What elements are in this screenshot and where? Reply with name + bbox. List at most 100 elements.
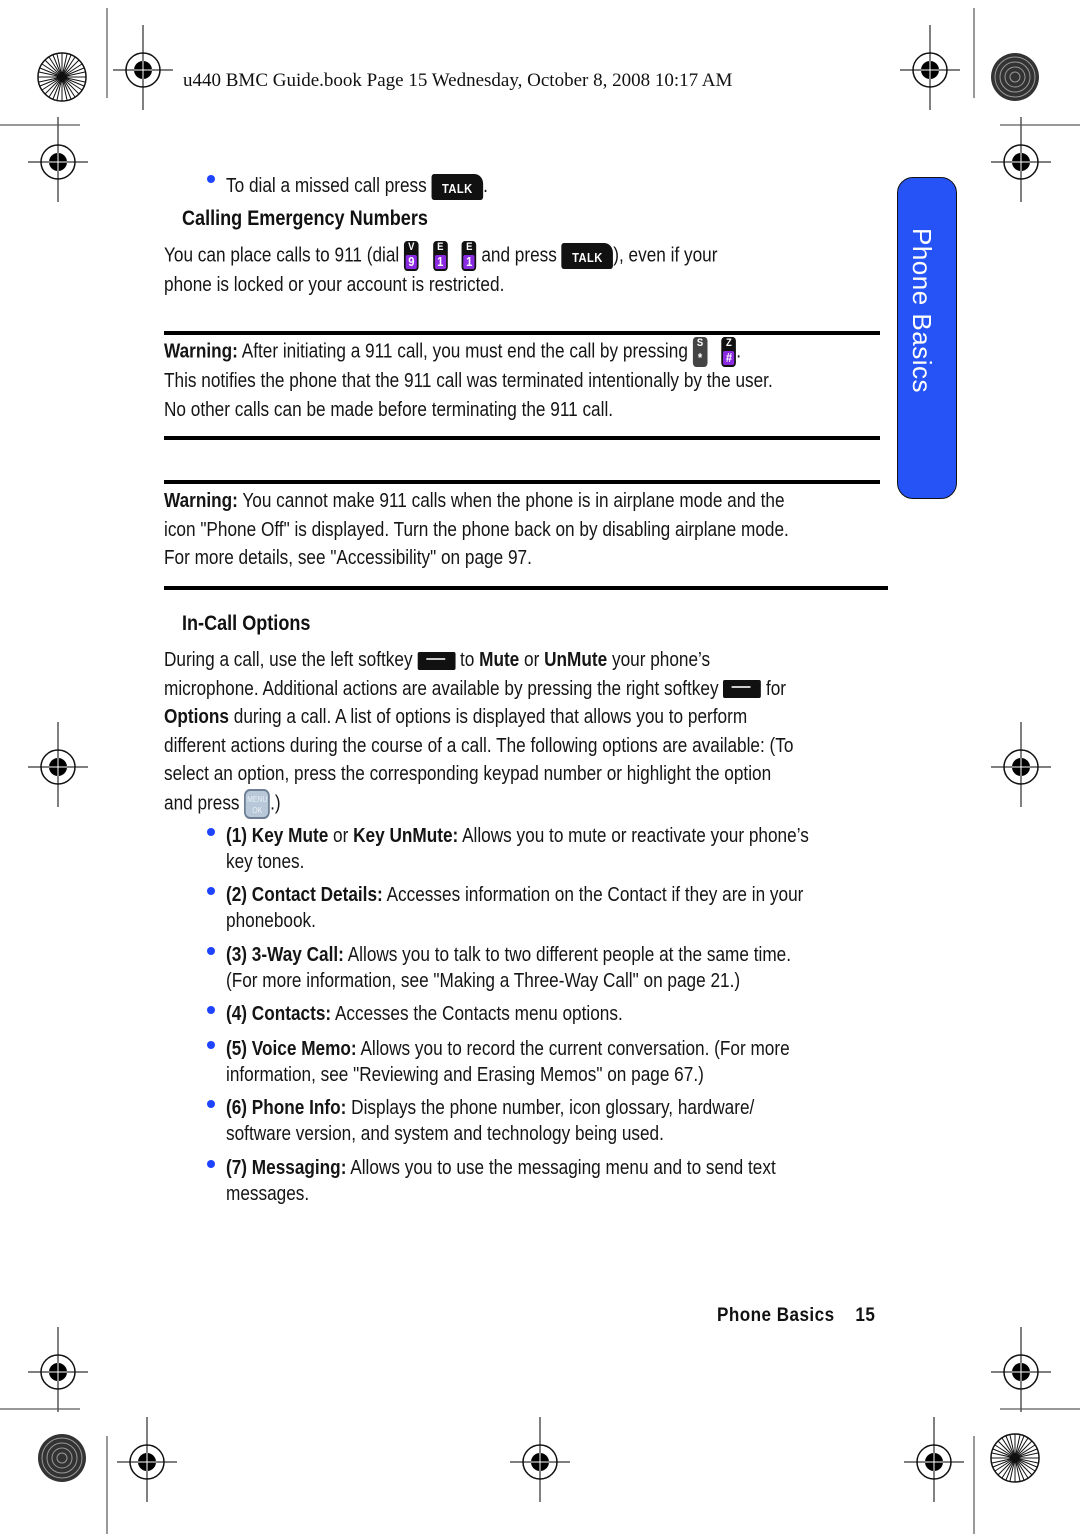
footer-section: Phone Basics [717, 1305, 835, 1326]
text: or [328, 825, 354, 847]
key-digit: * [697, 350, 703, 365]
key-letter: E [437, 241, 444, 253]
text: and press [481, 244, 557, 267]
bullet-icon [207, 1100, 215, 1108]
bullet-icon [207, 887, 215, 895]
option-description: Allows you to talk to two different peop… [343, 944, 792, 966]
text: During a call, use the left softkey [164, 649, 413, 671]
punctuation: . [483, 175, 488, 197]
option-list-item: (6) Phone Info: Displays the phone numbe… [226, 1096, 754, 1147]
bullet-icon [207, 947, 215, 955]
punctuation: .) [270, 791, 281, 814]
option-description: Allows you to mute or reactivate your ph… [458, 825, 809, 847]
option-title: (1) Key Mute [226, 825, 329, 847]
key-digit: # [723, 351, 735, 365]
option-description: Allows you to record the current convers… [356, 1038, 790, 1060]
divider [164, 480, 880, 484]
print-header: u440 BMC Guide.book Page 15 Wednesday, O… [183, 70, 733, 91]
warning-line-2: This notifies the phone that the 911 cal… [164, 370, 773, 392]
warning-line-3: No other calls can be made before termin… [164, 398, 614, 421]
option-description: Accesses the Contacts menu options. [331, 1003, 623, 1025]
bullet-icon [207, 1006, 215, 1014]
option-description: Displays the phone number, icon glossary… [346, 1097, 755, 1119]
option-list-item: (3) 3-Way Call: Allows you to talk to tw… [226, 943, 791, 994]
key-letter: E [466, 241, 473, 253]
option-title: (7) Messaging: [226, 1157, 347, 1179]
key-star-icon: S * [692, 337, 708, 367]
option-title: (2) Contact Details: [226, 884, 383, 906]
emergency-paragraph: You can place calls to 911 (dial V9 E1 E… [164, 241, 717, 300]
option-list-item: (1) Key Mute or Key UnMute: Allows you t… [226, 824, 809, 875]
talk-key-icon: TALK [431, 173, 484, 200]
key-1-icon: E1 [461, 241, 477, 271]
page-footer: Phone Basics 15 [717, 1305, 875, 1327]
key-digit: 9 [405, 255, 417, 269]
option-title: Key UnMute: [353, 825, 459, 847]
key-label: MENU [247, 794, 268, 804]
option-description-cont: phonebook. [226, 909, 316, 932]
bold-term: UnMute [544, 649, 608, 671]
bullet-icon [207, 1160, 215, 1168]
bold-term: Options [164, 706, 229, 728]
warning-box-airplane: Warning: You cannot make 911 calls when … [164, 487, 789, 573]
right-softkey-icon [723, 680, 762, 699]
bullet-text: To dial a missed call press [226, 175, 427, 197]
option-list-item: (2) Contact Details: Accesses informatio… [226, 883, 803, 934]
section-tab: Phone Basics [897, 177, 957, 499]
text: You can place calls to 911 (dial [164, 244, 400, 267]
option-title: (3) 3-Way Call: [226, 944, 344, 966]
text: your phone’s [611, 649, 711, 671]
text: After initiating a 911 call, you must en… [241, 340, 688, 363]
emergency-line-2: phone is locked or your account is restr… [164, 274, 505, 296]
left-softkey-icon [417, 651, 456, 670]
section-heading-in-call: In-Call Options [182, 612, 311, 635]
section-heading-emergency: Calling Emergency Numbers [182, 207, 428, 230]
key-1-icon: E1 [432, 241, 448, 271]
section-tab-label: Phone Basics [907, 228, 937, 393]
bullet-icon [207, 175, 215, 183]
key-label: OK [252, 805, 263, 815]
option-description-cont: information, see "Reviewing and Erasing … [226, 1063, 704, 1086]
bullet-icon [207, 828, 215, 836]
divider [164, 586, 888, 590]
option-description-cont: (For more information, see "Making a Thr… [226, 969, 741, 992]
text-line: select an option, press the correspondin… [164, 763, 772, 785]
option-description-cont: software version, and system and technol… [226, 1122, 664, 1145]
option-list-item: (4) Contacts: Accesses the Contacts menu… [226, 1002, 623, 1028]
option-title: (6) Phone Info: [226, 1097, 347, 1119]
text: and press [164, 791, 240, 814]
text: to [459, 649, 475, 671]
key-letter: Z [726, 337, 732, 349]
key-letter: S [696, 337, 704, 349]
missed-call-bullet: To dial a missed call press TALK. [226, 172, 488, 201]
option-description: Allows you to use the messaging menu and… [346, 1157, 776, 1179]
key-digit: 1 [434, 255, 446, 269]
text-line: different actions during the course of a… [164, 734, 794, 757]
text: or [524, 649, 540, 671]
text: microphone. Additional actions are avail… [164, 677, 719, 700]
divider [164, 436, 880, 440]
option-list-item: (7) Messaging: Allows you to use the mes… [226, 1156, 776, 1207]
option-description: Accesses information on the Contact if t… [382, 884, 804, 906]
text: during a call. A list of options is disp… [233, 706, 748, 728]
punctuation: . [736, 340, 742, 363]
key-pound-icon: Z # [721, 337, 737, 367]
text: You cannot make 911 calls when the phone… [242, 490, 785, 512]
warning-box-end-call: Warning: After initiating a 911 call, yo… [164, 337, 773, 424]
key-9-icon: V9 [404, 241, 419, 271]
menu-ok-key-icon: MENU OK [244, 788, 271, 819]
option-description-cont: key tones. [226, 850, 305, 873]
text: ), even if your [613, 244, 718, 267]
option-title: (5) Voice Memo: [226, 1038, 357, 1060]
bold-term: Mute [479, 649, 520, 671]
warning-label: Warning: [164, 340, 238, 363]
talk-key-icon: TALK [561, 243, 614, 269]
key-digit: 1 [463, 255, 475, 269]
bullet-icon [207, 1041, 215, 1049]
text: for [765, 677, 787, 700]
option-list-item: (5) Voice Memo: Allows you to record the… [226, 1037, 790, 1088]
in-call-paragraph: During a call, use the left softkey to M… [164, 646, 793, 819]
divider [164, 331, 880, 335]
warning-line-2: icon "Phone Off" is displayed. Turn the … [164, 518, 789, 541]
option-title: (4) Contacts: [226, 1003, 332, 1025]
